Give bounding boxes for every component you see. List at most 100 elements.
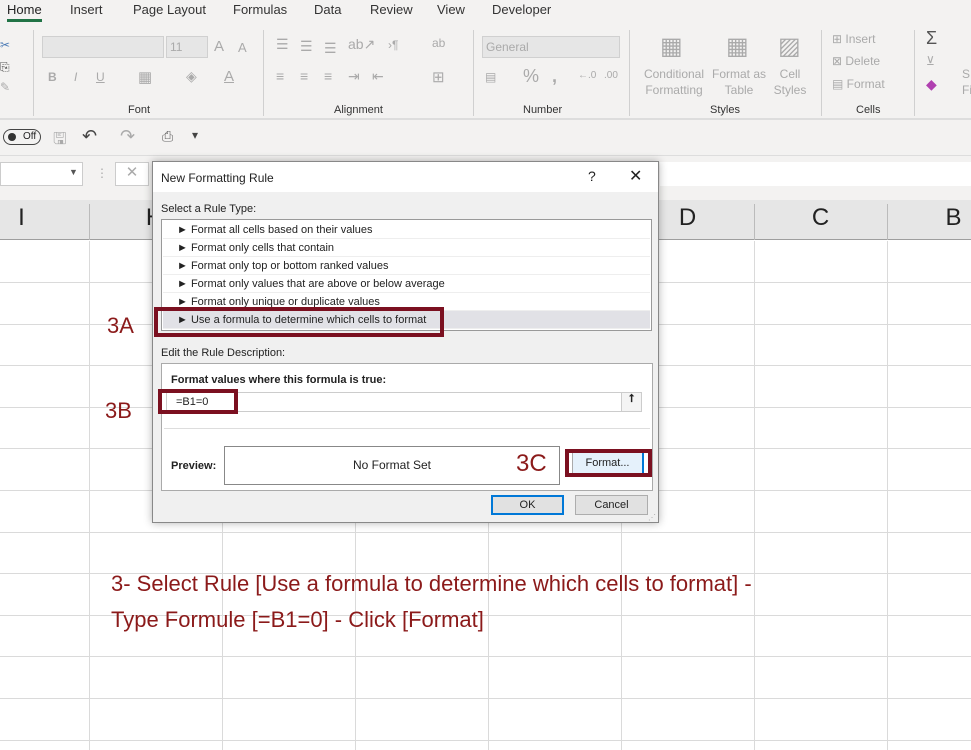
copy-icon[interactable]: ⎘ — [0, 60, 10, 75]
increase-decimal-icon[interactable]: ←.0 — [578, 70, 596, 81]
cancel-button[interactable]: Cancel — [575, 495, 648, 515]
conditional-formatting-icon[interactable]: ▦ — [660, 32, 683, 61]
orientation-icon[interactable]: ab↗ — [348, 36, 375, 53]
format-as-table-button[interactable]: Format as Table — [712, 66, 766, 98]
comma-style-icon[interactable]: , — [552, 66, 557, 87]
decrease-font-icon[interactable]: A — [238, 40, 247, 55]
rule-type-item[interactable]: ► Format only values that are above or b… — [163, 275, 650, 293]
align-top-icon[interactable]: ☰ — [276, 36, 289, 53]
print-preview-icon[interactable]: ⎙ — [162, 128, 173, 145]
clear-icon[interactable]: ◆ — [926, 76, 937, 93]
ribbon: ✂ ⎘ ✎ 11 A A B I U ▦ ◈ A Font ☰ ☰ ☰ ab↗ … — [0, 24, 971, 120]
rule-type-item[interactable]: ► Format only cells that contain — [163, 239, 650, 257]
cancel-icon[interactable]: ✕ — [115, 162, 149, 186]
column-header-i[interactable]: I — [0, 204, 88, 232]
align-left-icon[interactable]: ≡ — [276, 68, 284, 84]
decrease-indent-icon[interactable]: ⇤ — [372, 68, 384, 85]
font-color-icon[interactable]: A — [224, 68, 234, 85]
font-size-select[interactable]: 11 — [166, 36, 208, 58]
autosave-state: Off — [23, 131, 37, 142]
annotation-3b: 3B — [105, 398, 132, 423]
align-middle-icon[interactable]: ☰ — [300, 38, 313, 55]
ok-button[interactable]: OK — [491, 495, 564, 515]
fill-icon[interactable]: ⊻ — [926, 54, 935, 68]
conditional-formatting-label-1: Conditional — [643, 67, 705, 81]
help-button[interactable]: ? — [588, 168, 596, 184]
borders-icon[interactable]: ▦ — [138, 68, 152, 86]
italic-icon[interactable]: I — [74, 70, 77, 84]
rule-type-item[interactable]: ► Format all cells based on their values — [163, 221, 650, 239]
grid-column-line — [754, 241, 755, 750]
tab-data[interactable]: Data — [314, 2, 341, 17]
dialog-titlebar: New Formatting Rule ? ✕ — [153, 162, 658, 192]
arrow-icon: ► — [177, 224, 191, 236]
rule-type-label: Format only top or bottom ranked values — [190, 260, 389, 272]
customize-qat-icon[interactable]: ▾ — [192, 128, 198, 142]
undo-icon[interactable]: ↶ — [82, 126, 97, 147]
preview-label: Preview: — [171, 460, 217, 472]
tab-page-layout[interactable]: Page Layout — [133, 2, 206, 17]
preview-text: No Format Set — [352, 458, 432, 472]
increase-indent-icon[interactable]: ⇥ — [348, 68, 360, 85]
insert-cells-button[interactable]: ⊞ Insert — [832, 32, 875, 46]
insert-label: Insert — [845, 32, 876, 46]
percent-icon[interactable]: % — [523, 66, 539, 87]
resize-grip-icon[interactable]: ⋰ — [648, 513, 656, 522]
tab-formulas[interactable]: Formulas — [233, 2, 287, 17]
format-table-label-2: Table — [724, 83, 754, 97]
instruction-line-1: 3- Select Rule [Use a formula to determi… — [111, 571, 752, 596]
grid-column-line — [89, 241, 90, 750]
conditional-formatting-button[interactable]: Conditional Formatting — [640, 66, 708, 98]
close-icon[interactable]: ✕ — [629, 166, 642, 186]
underline-icon[interactable]: U — [96, 70, 105, 84]
sort-filter-partial[interactable]: S Fi — [962, 66, 971, 98]
group-cells-label: Cells — [856, 104, 881, 116]
collapse-dialog-icon[interactable]: ⭡ — [621, 393, 641, 411]
format-table-label-1: Format as — [712, 67, 767, 81]
redo-icon[interactable]: ↷ — [120, 126, 135, 147]
cell-styles-button[interactable]: Cell Styles — [768, 66, 812, 98]
bold-icon[interactable]: B — [48, 70, 57, 84]
column-header-c[interactable]: C — [754, 204, 887, 232]
tab-insert[interactable]: Insert — [70, 2, 103, 17]
name-box[interactable]: ▼ — [0, 162, 83, 186]
align-bottom-icon[interactable]: ☰ — [324, 40, 337, 57]
increase-font-icon[interactable]: A — [214, 38, 224, 55]
format-cells-button[interactable]: ▤ Format — [832, 77, 885, 91]
format-painter-icon[interactable]: ✎ — [0, 80, 10, 94]
align-right-icon[interactable]: ≡ — [324, 68, 332, 84]
tab-review[interactable]: Review — [370, 2, 413, 17]
number-format-select[interactable]: General — [482, 36, 620, 58]
preview-box: No Format Set — [224, 446, 560, 485]
group-number-label: Number — [523, 104, 563, 116]
highlight-3a — [154, 307, 444, 337]
format-as-table-icon[interactable]: ▦ — [726, 32, 749, 61]
fill-color-icon[interactable]: ◈ — [186, 68, 197, 85]
cut-icon[interactable]: ✂ — [0, 38, 10, 52]
column-header-b[interactable]: B — [887, 204, 971, 232]
tab-view[interactable]: View — [437, 2, 465, 17]
arrow-icon: ► — [177, 260, 191, 272]
decrease-decimal-icon[interactable]: .00 — [604, 70, 618, 81]
grid-row-line — [0, 739, 971, 741]
save-icon[interactable]: 🖫 — [53, 128, 67, 155]
tab-developer[interactable]: Developer — [492, 2, 551, 17]
tab-home[interactable]: Home — [7, 2, 42, 22]
rule-type-item[interactable]: ► Format only top or bottom ranked value… — [163, 257, 650, 275]
sort-partial-1: S — [962, 67, 971, 81]
formula-input[interactable] — [660, 162, 971, 186]
cell-styles-label-2: Styles — [773, 83, 807, 97]
align-center-icon[interactable]: ≡ — [300, 68, 308, 84]
toggle-knob — [8, 133, 16, 141]
font-name-select[interactable] — [42, 36, 164, 58]
wrap-text-icon[interactable]: ab — [432, 36, 445, 50]
group-font-label: Font — [128, 104, 151, 116]
merge-center-icon[interactable]: ⊞ — [432, 68, 445, 86]
delete-cells-button[interactable]: ⊠ Delete — [832, 54, 880, 68]
text-direction-icon[interactable]: ›¶ — [388, 38, 398, 52]
annotation-3c: 3C — [516, 450, 547, 477]
accounting-format-icon[interactable]: ▤ — [485, 70, 496, 84]
autosave-toggle[interactable]: Off — [3, 129, 41, 145]
cell-styles-icon[interactable]: ▨ — [778, 32, 801, 61]
autosum-icon[interactable]: Σ — [926, 28, 937, 49]
